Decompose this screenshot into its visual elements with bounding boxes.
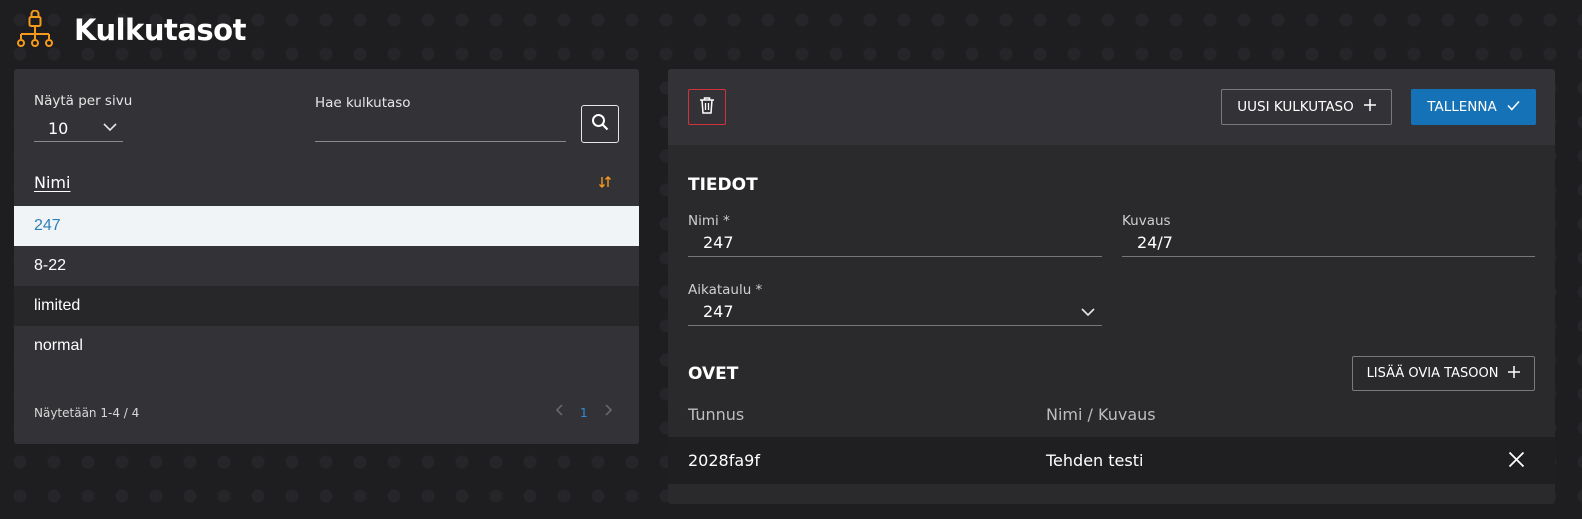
search-input[interactable] [315,113,566,142]
close-icon[interactable] [1508,451,1525,473]
description-field-label: Kuvaus [1122,213,1171,229]
check-icon [1507,99,1520,115]
name-field: Nimi * 247 [688,213,1102,257]
doors-column-id: Tunnus [688,405,745,424]
page-header: Kulkutasot [16,10,246,50]
plus-icon [1363,99,1376,115]
access-level-detail-panel: UUSI KULKUTASO TALLENNA TIEDOT Nimi * 24… [668,69,1555,504]
pagination: 1 [554,403,614,422]
detail-toolbar: UUSI KULKUTASO TALLENNA [668,69,1555,145]
description-input[interactable]: 24/7 [1122,229,1535,257]
trash-icon [699,96,715,119]
door-name: Tehden testi [1046,451,1144,470]
per-page-label: Näytä per sivu [34,93,133,109]
info-section-title: TIEDOT [688,175,758,195]
chevron-left-icon[interactable] [554,403,566,422]
name-column-header[interactable]: Nimi [34,173,70,192]
search-button[interactable] [581,105,619,143]
name-input[interactable]: 247 [688,229,1102,257]
search-icon [591,113,609,136]
page-number[interactable]: 1 [580,406,588,420]
new-button-label: UUSI KULKUTASO [1237,99,1354,115]
plus-icon [1508,365,1521,382]
sort-icon[interactable] [598,175,612,194]
table-row: 2028fa9f Tehden testi [668,437,1555,484]
add-doors-button[interactable]: LISÄÄ OVIA TASOON [1352,356,1535,391]
doors-column-name: Nimi / Kuvaus [1046,405,1156,424]
new-access-level-button[interactable]: UUSI KULKUTASO [1221,89,1392,125]
schedule-select[interactable]: 247 [688,298,1102,326]
schedule-field-label: Aikataulu * [688,282,763,298]
list-item[interactable]: normal [14,326,639,366]
doors-section-title: OVET [688,364,739,384]
chevron-down-icon [1080,304,1096,324]
name-field-label: Nimi * [688,213,730,229]
pager-summary: Näytetään 1-4 / 4 [34,406,140,420]
list-item[interactable]: 8-22 [14,246,639,286]
per-page-select[interactable]: 10 [34,115,123,142]
chevron-right-icon[interactable] [602,403,614,422]
description-field: Kuvaus 24/7 [1122,213,1535,257]
per-page-control: Näytä per sivu 10 [34,93,133,142]
search-block: Hae kulkutaso [315,95,566,142]
search-label: Hae kulkutaso [315,95,411,111]
add-doors-button-label: LISÄÄ OVIA TASOON [1366,366,1499,381]
list-item[interactable]: limited [14,286,639,326]
schedule-field: Aikataulu * 247 [688,282,1102,326]
delete-button[interactable] [688,89,726,125]
schedule-value: 247 [703,302,734,321]
access-level-list: 247 8-22 limited normal [14,206,639,366]
save-button[interactable]: TALLENNA [1411,89,1536,125]
save-button-label: TALLENNA [1427,99,1497,115]
page-title: Kulkutasot [74,13,246,47]
access-level-list-panel: Näytä per sivu 10 Hae kulkutaso Nimi 247… [14,69,639,444]
per-page-value: 10 [48,118,69,138]
list-item[interactable]: 247 [14,206,639,246]
chevron-down-icon [102,119,118,140]
access-levels-icon [16,9,54,51]
door-id: 2028fa9f [688,451,760,470]
